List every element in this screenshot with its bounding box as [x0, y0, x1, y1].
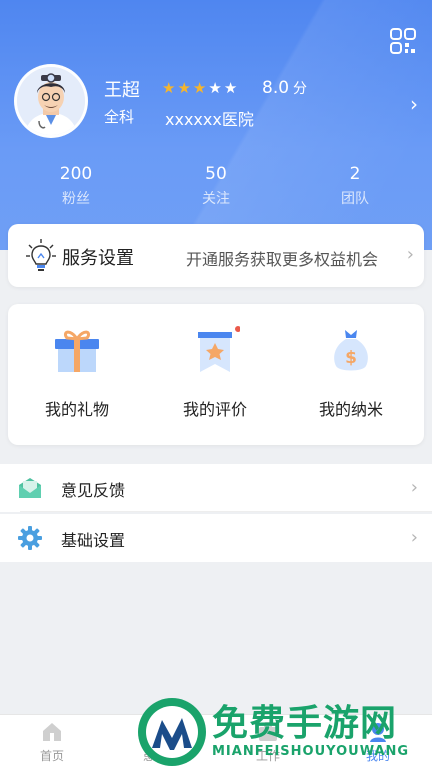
stat-following[interactable]: 50 关注	[166, 164, 266, 208]
tab-label: 首页	[39, 749, 64, 763]
shortcut-my-nano[interactable]: $ 我的纳米	[286, 326, 416, 420]
stat-label: 关注	[202, 191, 230, 207]
stat-team[interactable]: 2 团队	[305, 164, 405, 208]
stat-value: 2	[349, 164, 361, 184]
chevron-right-icon[interactable]: ›	[410, 92, 418, 116]
review-ribbon-icon	[198, 326, 240, 372]
money-bag-icon: $	[334, 330, 368, 371]
shortcut-label: 我的评价	[182, 400, 247, 419]
menu-label: 意见反馈	[61, 481, 126, 500]
home-icon	[43, 723, 61, 741]
watermark-subtext: MIANFEISHOUYOUWANG	[212, 744, 410, 759]
stat-label: 粉丝	[62, 191, 90, 207]
tab-home[interactable]: 首页	[12, 721, 92, 764]
gift-icon	[55, 330, 99, 372]
star-icon: ★	[162, 79, 176, 97]
chevron-right-icon: ›	[406, 244, 414, 265]
notification-dot	[235, 326, 240, 332]
rating-unit: 分	[293, 81, 308, 97]
star-icon: ★	[192, 79, 207, 97]
stat-fans[interactable]: 200 粉丝	[26, 164, 126, 208]
divider	[20, 511, 432, 512]
menu-item-feedback[interactable]: 意见反馈 ›	[0, 464, 432, 512]
qr-code-icon[interactable]	[390, 28, 416, 54]
gear-icon	[18, 526, 42, 550]
doctor-avatar-icon	[17, 67, 85, 135]
chevron-right-icon: ›	[410, 477, 418, 498]
stat-value: 200	[59, 164, 93, 184]
rating-stars: ★ ★ ★ ★ ★	[162, 79, 237, 97]
shortcut-label: 我的礼物	[44, 400, 109, 419]
hospital-name: xxxxxx医院	[165, 110, 254, 129]
envelope-icon	[19, 478, 41, 498]
lightbulb-icon	[26, 239, 56, 271]
service-description: 开通服务获取更多权益机会	[186, 250, 379, 269]
profile-header: 王超 ★ ★ ★ ★ ★ 8.0 分 全科 xxxxxx医院 › 200 粉丝 5…	[0, 0, 432, 250]
stat-label: 团队	[341, 191, 369, 207]
menu-item-basic-settings[interactable]: 基础设置 ›	[0, 514, 432, 562]
svg-text:$: $	[345, 348, 357, 368]
service-title: 服务设置	[62, 248, 134, 269]
star-icon: ★	[223, 79, 238, 97]
shortcut-grid: 我的礼物 我的评价 $ 我的纳米	[8, 304, 424, 445]
watermark-text: 免费手游网	[212, 703, 398, 744]
shortcut-my-gifts[interactable]: 我的礼物	[12, 326, 142, 420]
service-settings-card[interactable]: 服务设置 开通服务获取更多权益机会 ›	[8, 224, 424, 287]
shortcut-label: 我的纳米	[318, 400, 383, 419]
watermark-logo-icon	[138, 698, 206, 766]
star-icon: ★	[208, 79, 222, 97]
rating-score: 8.0 分	[262, 78, 307, 98]
doctor-name: 王超	[104, 80, 140, 101]
avatar[interactable]	[14, 64, 88, 138]
stat-value: 50	[205, 164, 227, 184]
chevron-right-icon: ›	[410, 527, 418, 548]
star-icon: ★	[177, 79, 191, 97]
department: 全科	[104, 108, 135, 126]
rating-value: 8.0	[262, 78, 290, 98]
watermark: 免费手游网 MIANFEISHOUYOUWANG	[136, 694, 432, 768]
shortcut-my-reviews[interactable]: 我的评价	[150, 326, 280, 420]
menu-label: 基础设置	[61, 531, 126, 550]
